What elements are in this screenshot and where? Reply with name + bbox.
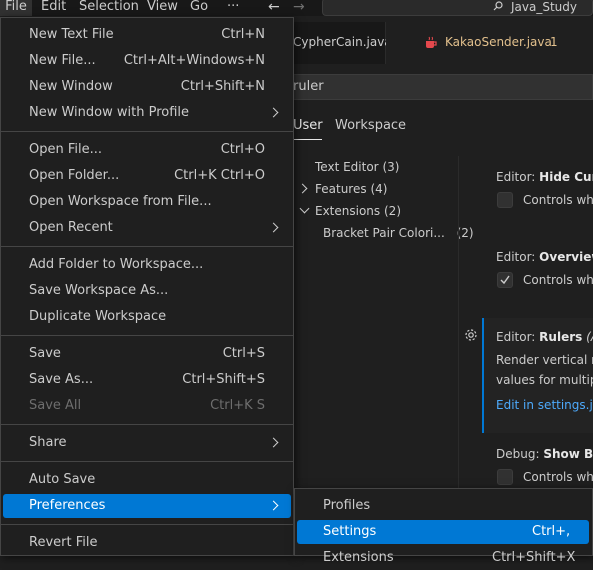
- tree-label: Extensions: [315, 204, 381, 218]
- tab-cyphercain[interactable]: CypherCain.java: [280, 22, 392, 64]
- menu-item-open-workspace[interactable]: Open Workspace from File...: [3, 190, 291, 214]
- menu-item-preferences[interactable]: Preferences: [3, 494, 291, 518]
- tab-label: KakaoSender.java: [445, 35, 552, 49]
- tab-label: CypherCain.java: [293, 35, 392, 49]
- command-center-search[interactable]: Java_Study: [322, 0, 593, 16]
- setting-description: values for multip: [496, 373, 593, 387]
- java-file-icon: [426, 36, 437, 48]
- menu-item-new-window-with-profile[interactable]: New Window with Profile: [3, 101, 291, 125]
- menu-separator: [1, 461, 293, 462]
- tree-label: Features: [315, 182, 367, 196]
- menu-item-revert-file[interactable]: Revert File: [3, 531, 291, 555]
- back-arrow-icon[interactable]: ←: [268, 0, 280, 15]
- tree-item-text-editor[interactable]: Text Editor (3): [315, 160, 399, 174]
- settings-search-value: ruler: [293, 79, 324, 94]
- tree-label: Text Editor: [315, 160, 379, 174]
- menu-item-duplicate-workspace[interactable]: Duplicate Workspace: [3, 305, 291, 329]
- tree-label: Bracket Pair Colori...: [323, 226, 445, 240]
- edit-in-settings-json-link[interactable]: Edit in settings.js: [496, 398, 593, 412]
- setting-title: Debug: Show Bre: [496, 447, 593, 461]
- tree-count: (4): [370, 182, 388, 196]
- setting-description: Controls whe: [523, 273, 593, 287]
- menu-item-new-window[interactable]: New Window Ctrl+Shift+N: [3, 75, 291, 99]
- menubar-go[interactable]: Go: [190, 0, 208, 16]
- chevron-right-icon: [268, 500, 279, 511]
- menu-item-open-folder[interactable]: Open Folder... Ctrl+K Ctrl+O: [3, 164, 291, 188]
- menu-item-add-folder[interactable]: Add Folder to Workspace...: [3, 253, 291, 277]
- settings-search-input[interactable]: ruler: [280, 74, 593, 100]
- menubar-more[interactable]: ···: [227, 0, 239, 16]
- setting-checkbox[interactable]: [497, 272, 513, 288]
- setting-description: Controls whe: [523, 193, 593, 207]
- setting-title: Editor: Rulers (A: [496, 330, 593, 344]
- tab-user-settings[interactable]: User: [293, 118, 323, 133]
- search-icon: [493, 1, 503, 11]
- chevron-right-icon: [268, 437, 279, 448]
- menu-item-auto-save[interactable]: Auto Save: [3, 468, 291, 492]
- tree-item-bracket-pair[interactable]: Bracket Pair Colori... (2): [323, 226, 474, 240]
- file-menu: New Text File Ctrl+N New File... Ctrl+Alt+…: [0, 17, 294, 556]
- menu-bar: File Edit Selection View Go ··· ← → Java…: [0, 0, 593, 16]
- setting-checkbox[interactable]: [497, 192, 513, 208]
- menu-item-open-recent[interactable]: Open Recent: [3, 216, 291, 240]
- forward-arrow-icon[interactable]: →: [293, 0, 305, 15]
- menu-item-save-all: Save All Ctrl+K S: [29, 398, 265, 413]
- tree-item-extensions[interactable]: Extensions (2): [299, 203, 401, 218]
- menu-separator: [1, 524, 293, 525]
- setting-title: Editor: Hide Curs: [496, 170, 593, 184]
- chevron-right-icon: [297, 183, 308, 194]
- menubar-view[interactable]: View: [147, 0, 178, 16]
- menu-item-new-text-file[interactable]: New Text File Ctrl+N: [3, 23, 291, 47]
- setting-description: Controls whe: [523, 470, 593, 484]
- menu-item-new-file[interactable]: New File... Ctrl+Alt+Windows+N: [3, 49, 291, 73]
- chevron-right-icon: [268, 107, 279, 118]
- tree-count: (2): [384, 204, 401, 218]
- menubar-file[interactable]: File: [0, 0, 32, 16]
- menubar-edit[interactable]: Edit: [41, 0, 66, 16]
- problem-count-badge: 1: [550, 35, 558, 49]
- gear-icon[interactable]: [463, 327, 479, 343]
- chevron-right-icon: [268, 222, 279, 233]
- menu-item-save-as[interactable]: Save As... Ctrl+Shift+S: [3, 368, 291, 392]
- submenu-item-profiles[interactable]: Profiles: [297, 494, 589, 518]
- menu-separator: [1, 131, 293, 132]
- tree-count: (3): [382, 160, 400, 174]
- submenu-item-extensions[interactable]: Extensions Ctrl+Shift+X: [297, 546, 589, 570]
- setting-title: Editor: Overview: [496, 250, 593, 264]
- menu-item-open-file[interactable]: Open File... Ctrl+O: [3, 138, 291, 162]
- setting-description: Render vertical ru: [496, 353, 593, 367]
- check-icon: [500, 275, 510, 285]
- submenu-item-settings[interactable]: Settings Ctrl+,: [297, 520, 589, 544]
- tree-count: (2): [456, 226, 474, 240]
- active-tab-indicator: [292, 139, 322, 140]
- chevron-down-icon: [299, 203, 310, 214]
- tree-item-features[interactable]: Features (4): [297, 182, 388, 196]
- command-center-label: Java_Study: [511, 0, 577, 14]
- setting-checkbox[interactable]: [497, 469, 513, 485]
- menu-separator: [1, 246, 293, 247]
- menu-item-share[interactable]: Share: [3, 431, 291, 455]
- menu-separator: [1, 335, 293, 336]
- menu-item-save-workspace-as[interactable]: Save Workspace As...: [3, 279, 291, 303]
- menubar-selection[interactable]: Selection: [79, 0, 139, 16]
- preferences-submenu: Profiles Settings Ctrl+, Extensions Ctrl+S…: [294, 488, 593, 565]
- tab-workspace-settings[interactable]: Workspace: [335, 118, 406, 133]
- tab-kakaosender[interactable]: KakaoSender.java 1: [386, 22, 593, 64]
- menu-item-save[interactable]: Save Ctrl+S: [3, 342, 291, 366]
- menu-separator: [1, 424, 293, 425]
